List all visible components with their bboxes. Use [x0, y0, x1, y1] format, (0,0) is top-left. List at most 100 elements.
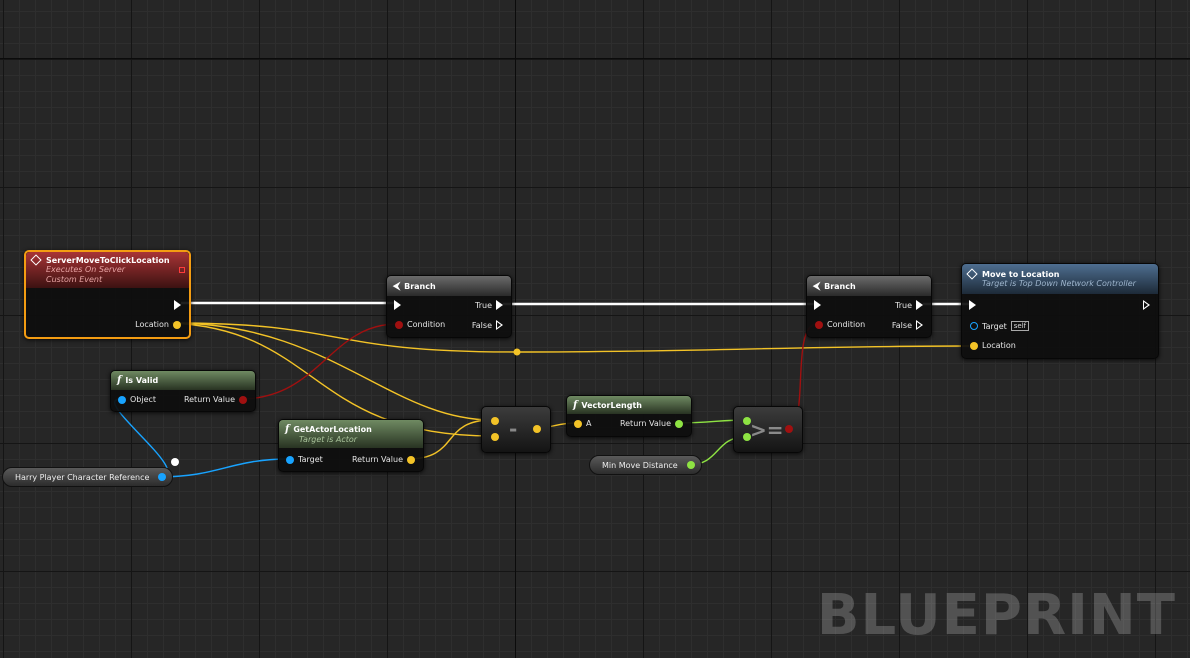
bool-pin-icon — [815, 320, 823, 329]
bool-pin-icon — [395, 320, 403, 329]
exec-out-hollow-icon — [916, 320, 923, 330]
subtract-operator-label: - — [509, 417, 518, 441]
branch2-condition-pin[interactable]: Condition — [815, 320, 865, 329]
is-valid-return-label: Return Value — [183, 395, 235, 404]
wire-reroute-knot — [171, 458, 179, 466]
is-valid-node[interactable]: f Is Valid Object Return Value — [110, 370, 256, 412]
exec-in-icon — [814, 300, 821, 310]
branch-icon: ⮜ — [813, 280, 821, 292]
compare-output-pin[interactable] — [785, 425, 793, 433]
function-icon: f — [573, 399, 578, 411]
branch1-true-label: True — [475, 300, 492, 310]
branch1-false-label: False — [471, 320, 492, 330]
min-move-distance-variable-node[interactable]: Min Move Distance — [589, 455, 702, 475]
move-to-location-node[interactable]: Move to Location Target is Top Down Netw… — [961, 263, 1159, 359]
server-move-to-click-location-event-node[interactable]: ServerMoveToClickLocation Executes On Se… — [24, 250, 191, 339]
move-target-default-value[interactable]: self — [1010, 321, 1030, 331]
vector-length-return-pin[interactable]: Return Value — [620, 419, 683, 428]
event-node-title: ServerMoveToClickLocation — [46, 255, 170, 265]
subtract-input-b-pin[interactable] — [491, 433, 499, 441]
branch2-title: Branch — [824, 281, 856, 291]
event-node-subtitle: Executes On Server — [46, 264, 126, 274]
is-valid-object-pin[interactable]: Object — [118, 395, 156, 404]
vector-length-title: VectorLength — [581, 400, 642, 410]
vector-length-node[interactable]: f VectorLength A Return Value — [566, 395, 692, 437]
move-exec-in-pin[interactable] — [969, 300, 976, 310]
object-wire-player-to-actorloc — [157, 458, 290, 478]
get-actor-location-node[interactable]: f GetActorLocation Target is Actor Targe… — [278, 419, 424, 472]
branch2-condition-label: Condition — [827, 320, 866, 329]
branch1-false-pin[interactable]: False — [472, 320, 503, 330]
is-valid-return-pin[interactable]: Return Value — [184, 395, 247, 404]
exec-out-icon — [496, 300, 503, 310]
branch1-header: ⮜ Branch — [387, 276, 511, 296]
branch-node-2[interactable]: ⮜ Branch Condition True False — [806, 275, 932, 338]
exec-out-hollow-icon — [496, 320, 503, 330]
move-to-location-header: Move to Location Target is Top Down Netw… — [962, 264, 1158, 294]
move-to-location-title: Move to Location — [982, 269, 1060, 279]
move-to-location-subtitle: Target is Top Down Network Controller — [982, 278, 1136, 288]
subtract-output-pin[interactable] — [533, 425, 541, 433]
vector-pin-icon — [970, 341, 978, 350]
branch-icon: ⮜ — [393, 280, 401, 292]
move-target-pin[interactable]: Target self — [970, 321, 1030, 331]
vector-pin-icon — [173, 320, 181, 329]
branch2-false-pin[interactable]: False — [892, 320, 923, 330]
branch1-condition-pin[interactable]: Condition — [395, 320, 445, 329]
branch-node-1[interactable]: ⮜ Branch Condition True False — [386, 275, 512, 338]
exec-out-icon — [174, 300, 181, 310]
get-actor-location-return-label: Return Value — [351, 455, 403, 464]
branch1-exec-in-pin[interactable] — [394, 300, 401, 310]
player-character-reference-variable-node[interactable]: Harry Player Character Reference — [2, 467, 173, 487]
get-actor-location-return-pin[interactable]: Return Value — [352, 455, 415, 464]
event-node-type: Custom Event — [46, 274, 103, 284]
branch2-false-label: False — [891, 320, 912, 330]
branch2-header: ⮜ Branch — [807, 276, 931, 296]
exec-in-icon — [969, 300, 976, 310]
branch2-true-label: True — [895, 300, 912, 310]
get-actor-location-target-label: Target — [298, 455, 323, 464]
get-actor-location-title: GetActorLocation — [293, 424, 372, 434]
event-node-header: ServerMoveToClickLocation Executes On Se… — [26, 252, 189, 288]
vector-length-header: f VectorLength — [567, 396, 691, 414]
get-actor-location-target-pin[interactable]: Target — [286, 455, 323, 464]
graph-origin-horizontal-line — [0, 58, 1190, 59]
object-pin-hollow-icon — [970, 322, 978, 330]
function-icon: f — [285, 423, 290, 435]
object-pin-icon[interactable] — [158, 473, 166, 481]
event-location-label: Location — [135, 320, 169, 329]
delegate-pin-icon[interactable] — [179, 267, 185, 273]
move-location-label: Location — [982, 341, 1016, 350]
blueprint-graph-canvas[interactable]: ServerMoveToClickLocation Executes On Se… — [0, 0, 1190, 658]
subtract-input-a-pin[interactable] — [491, 417, 499, 425]
graph-origin-vertical-line — [515, 0, 516, 658]
vector-pin-icon — [574, 419, 582, 428]
exec-out-hollow-icon — [1143, 300, 1150, 310]
event-location-pin[interactable]: Location — [135, 320, 181, 329]
vector-length-a-label: A — [586, 419, 592, 428]
vector-length-a-pin[interactable]: A — [574, 419, 591, 428]
object-pin-icon — [118, 395, 126, 404]
min-move-distance-label: Min Move Distance — [602, 460, 678, 470]
vector-length-return-label: Return Value — [619, 419, 671, 428]
object-pin-icon — [286, 455, 294, 464]
event-exec-out-pin[interactable] — [174, 300, 181, 310]
branch2-true-pin[interactable]: True — [895, 300, 923, 310]
greater-equal-compare-node[interactable]: >= — [733, 406, 803, 453]
move-exec-out-pin[interactable] — [1143, 300, 1150, 310]
exec-in-icon — [394, 300, 401, 310]
branch1-true-pin[interactable]: True — [475, 300, 503, 310]
function-icon: f — [117, 375, 122, 386]
float-pin-icon[interactable] — [687, 461, 695, 469]
move-location-pin[interactable]: Location — [970, 341, 1016, 350]
bool-wire-isvalid-to-branch1 — [239, 323, 398, 400]
branch1-title: Branch — [404, 281, 436, 291]
float-pin-icon — [675, 419, 683, 428]
vector-pin-icon — [407, 455, 415, 464]
is-valid-object-label: Object — [130, 395, 157, 404]
player-character-variable-label: Harry Player Character Reference — [15, 472, 150, 482]
vector-subtract-node[interactable]: - — [481, 406, 551, 453]
get-actor-location-subtitle: Target is Actor — [299, 434, 358, 444]
branch2-exec-in-pin[interactable] — [814, 300, 821, 310]
move-target-label: Target — [982, 321, 1007, 331]
